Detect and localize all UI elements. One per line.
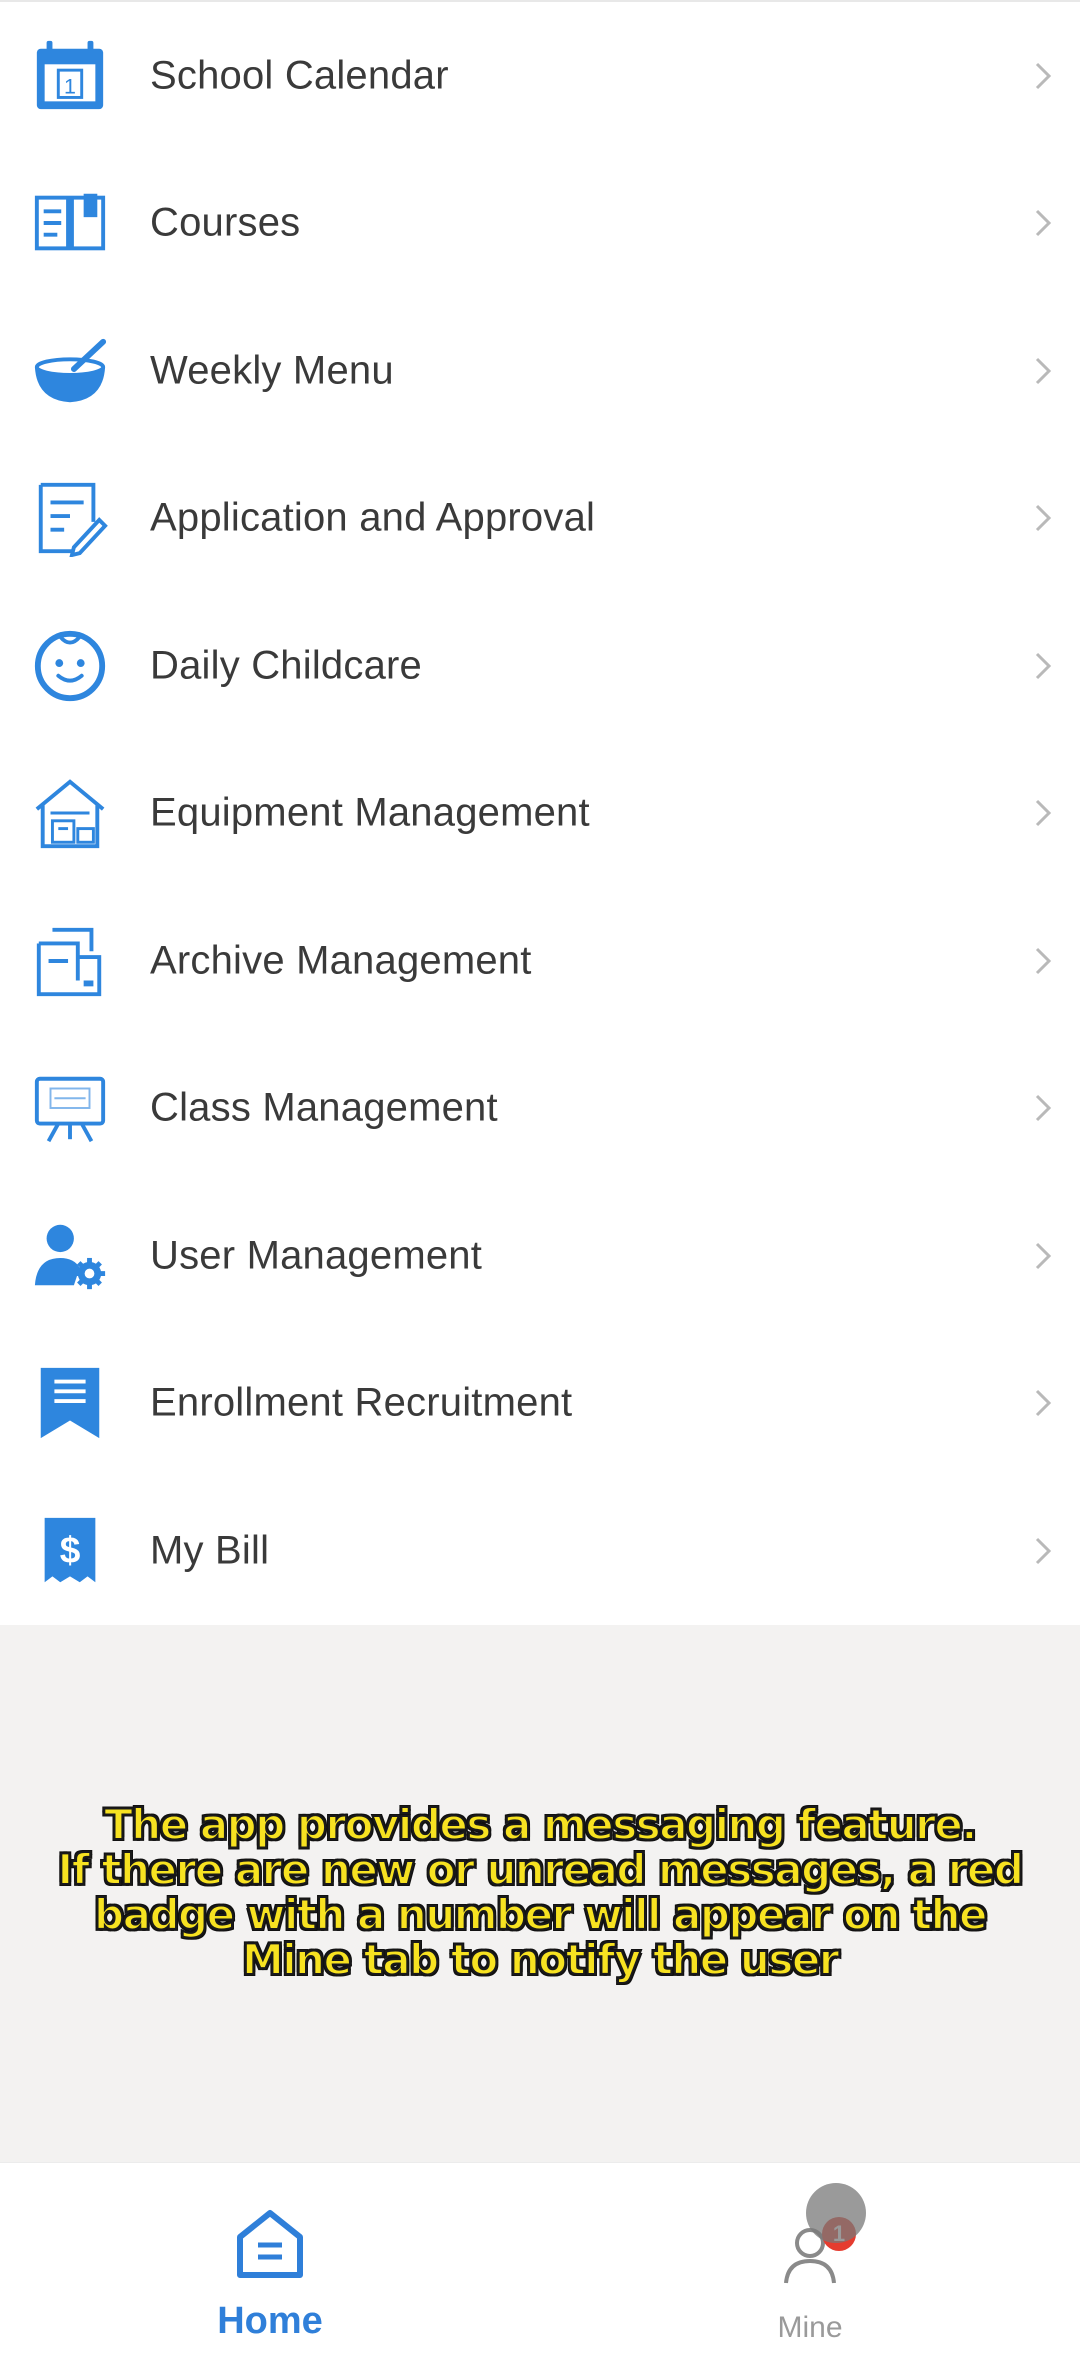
screen: 1 School Calendar Courses Weekly Menu Ap… [0,0,1080,2378]
tab-home-label: Home [217,2300,323,2342]
tab-mine[interactable]: 1 Mine [540,2163,1080,2378]
calendar-day: 1 [64,74,76,98]
menu-label: Daily Childcare [150,643,422,688]
bowl-icon [30,331,110,411]
baby-face-icon [30,626,110,706]
menu-label: Equipment Management [150,790,590,835]
caption-line: badge with a number will appear on the [93,1890,988,1939]
tab-mine-label: Mine [777,2311,843,2344]
chevron-right-icon [1028,1383,1058,1423]
svg-text:$: $ [60,1528,81,1570]
caption-line: The app provides a messaging feature. [103,1800,978,1849]
chevron-right-icon [1028,793,1058,833]
chevron-right-icon [1028,1088,1058,1128]
menu-item-courses[interactable]: Courses [0,149,1080,297]
archive-icon [30,921,110,1001]
caption-overlay: The app provides a messaging feature. If… [40,1800,1040,1984]
menu-list: 1 School Calendar Courses Weekly Menu Ap… [0,2,1080,1625]
menu-label: My Bill [150,1528,270,1573]
bookmark-list-icon [30,1363,110,1443]
menu-item-equipment-management[interactable]: Equipment Management [0,739,1080,887]
bottom-tab-bar: Home 1 Mine [0,2162,1080,2378]
menu-label: Enrollment Recruitment [150,1380,573,1425]
menu-item-daily-childcare[interactable]: Daily Childcare [0,592,1080,740]
book-icon [30,183,110,263]
touch-indicator [806,2183,866,2243]
menu-item-archive-management[interactable]: Archive Management [0,887,1080,1035]
chevron-right-icon [1028,1531,1058,1571]
menu-item-application-and-approval[interactable]: Application and Approval [0,444,1080,592]
menu-label: User Management [150,1233,483,1278]
caption-line: Mine tab to notify the user [241,1935,841,1984]
menu-item-class-management[interactable]: Class Management [0,1034,1080,1182]
caption-line: If there are new or unread messages, a r… [57,1845,1025,1894]
menu-item-my-bill[interactable]: $ My Bill [0,1477,1080,1625]
form-edit-icon [30,478,110,558]
menu-label: Application and Approval [150,495,596,540]
calendar-icon: 1 [30,36,110,116]
menu-label: Class Management [150,1085,498,1130]
chevron-right-icon [1028,498,1058,538]
menu-label: School Calendar [150,53,449,98]
warehouse-icon [30,773,110,853]
presentation-board-icon [30,1068,110,1148]
tab-home[interactable]: Home [0,2163,540,2378]
menu-item-user-management[interactable]: User Management [0,1182,1080,1330]
menu-label: Courses [150,200,301,245]
chevron-right-icon [1028,941,1058,981]
chevron-right-icon [1028,203,1058,243]
chevron-right-icon [1028,351,1058,391]
chevron-right-icon [1028,1236,1058,1276]
menu-item-enrollment-recruitment[interactable]: Enrollment Recruitment [0,1329,1080,1477]
user-settings-icon [30,1216,110,1296]
chevron-right-icon [1028,646,1058,686]
dollar-bill-icon: $ [30,1511,110,1591]
chevron-right-icon [1028,56,1058,96]
menu-item-school-calendar[interactable]: 1 School Calendar [0,2,1080,150]
menu-item-weekly-menu[interactable]: Weekly Menu [0,297,1080,445]
menu-label: Archive Management [150,938,532,983]
home-icon [232,2205,308,2281]
menu-label: Weekly Menu [150,348,394,393]
